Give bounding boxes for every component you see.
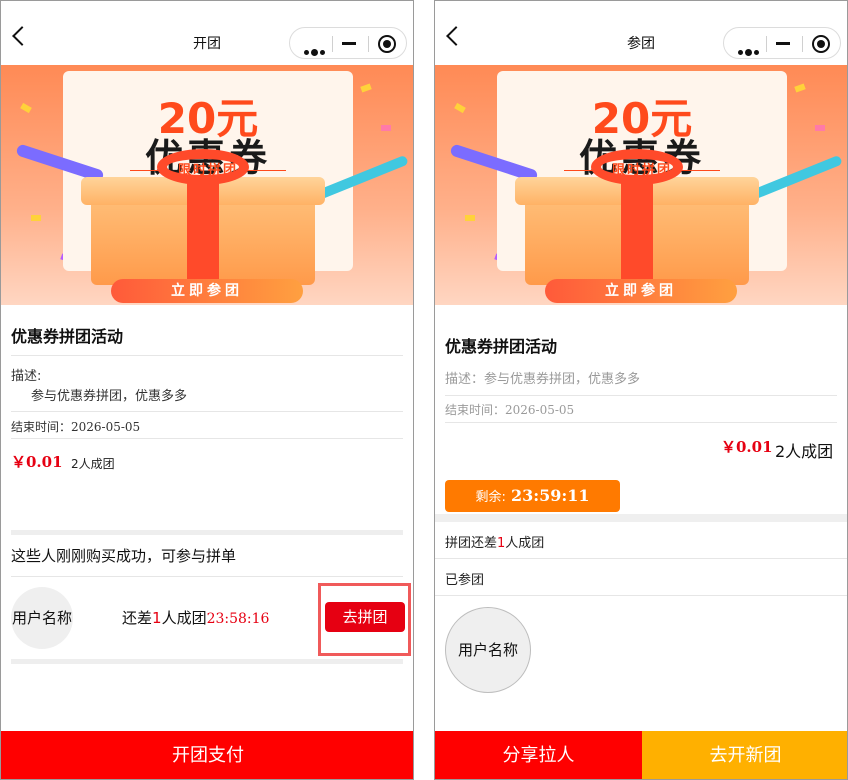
avatar: 用户名称 [11,587,73,649]
open-new-group-button[interactable]: 去开新团 [642,731,847,779]
minimize-icon[interactable] [776,42,790,45]
activity-title: 优惠券拼团活动 [445,337,558,356]
open-group-screen: 开团 20元 优惠券 限时拼团 立即参团 优惠券拼团活动 描述: 参与优惠券拼团… [0,0,414,780]
more-icon[interactable] [738,42,761,61]
mini-program-capsule [723,27,841,59]
banner-join-now: 立即参团 [545,279,737,303]
joined-label: 已参团 [445,573,485,588]
end-time: 结束时间：2026-05-05 [445,403,575,417]
price: ￥0.01 [721,438,773,456]
join-group-button[interactable]: 去拼团 [325,602,405,632]
share-invite-button[interactable]: 分享拉人 [435,731,642,779]
target-icon[interactable] [378,35,396,53]
nav-bar: 开团 [1,1,413,65]
minimize-icon[interactable] [342,42,356,45]
activity-title: 优惠券拼团活动 [11,327,124,346]
more-icon[interactable] [304,42,327,61]
banner-join-now: 立即参团 [111,279,303,303]
desc-label: 描述: [11,369,42,384]
group-shortfall: 拼团还差1人成团 [445,536,545,551]
group-shortfall: 还差1人成团23:58:16 [122,609,270,627]
target-icon[interactable] [812,35,830,53]
group-countdown: 23:58:16 [206,611,270,627]
end-time: 结束时间：2026-05-05 [11,420,141,434]
recent-buyers-intro: 这些人刚刚购买成功，可参与拼单 [11,547,237,565]
mini-program-capsule [289,27,407,59]
avatar: 用户名称 [445,607,531,693]
join-group-screen: 参团 20元 优惠券 限时拼团 立即参团 优惠券拼团活动 描述：参与优惠券拼团，… [434,0,848,780]
group-size: 2人成团 [775,442,834,461]
group-size: 2人成团 [71,457,115,471]
coupon-banner: 20元 优惠券 限时拼团 立即参团 [1,65,413,305]
open-group-pay-button[interactable]: 开团支付 [1,731,413,779]
desc-text: 描述：参与优惠券拼团，优惠多多 [445,372,641,387]
nav-bar: 参团 [435,1,847,65]
coupon-banner: 20元 优惠券 限时拼团 立即参团 [435,65,847,305]
remaining-countdown: 剩余: 23:59:11 [445,480,620,512]
desc-text: 参与优惠券拼团，优惠多多 [31,389,188,404]
price: ￥0.01 [11,453,63,471]
